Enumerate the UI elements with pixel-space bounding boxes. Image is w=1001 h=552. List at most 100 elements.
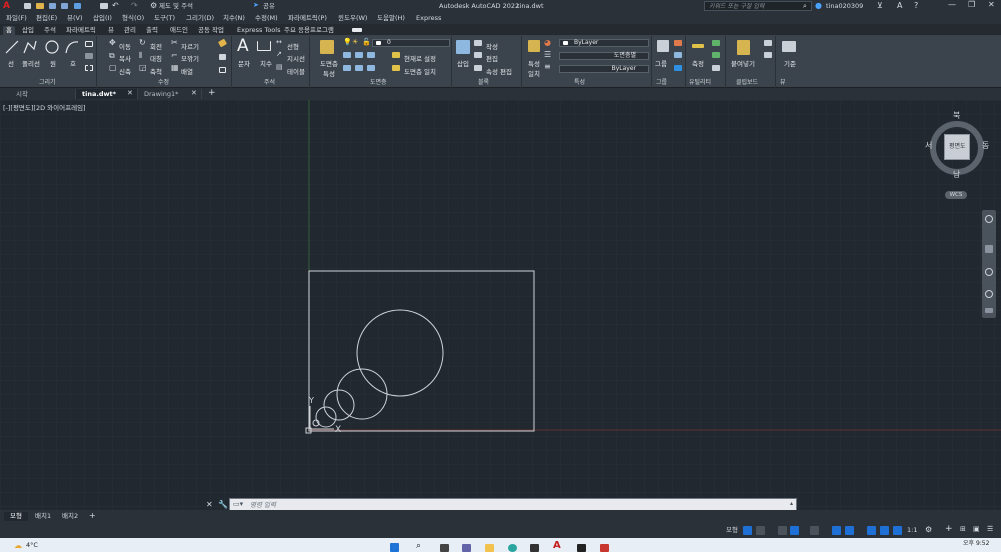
workspace-selector[interactable]: 제도 및 주석: [159, 3, 193, 10]
tab-layout2[interactable]: 배치2: [62, 513, 78, 520]
paste-button[interactable]: 붙여넣기: [731, 58, 755, 68]
menu-draw[interactable]: 그리기(D): [186, 15, 214, 22]
circle-icon[interactable]: [44, 39, 60, 55]
text-button[interactable]: 문자: [238, 58, 250, 68]
user-name[interactable]: tina020309: [826, 3, 863, 10]
layer-tool-icon[interactable]: [367, 65, 375, 71]
rectangle-icon[interactable]: [85, 41, 93, 47]
user-icon[interactable]: ●: [815, 2, 822, 10]
command-input[interactable]: 명령 입력: [250, 502, 276, 509]
match-properties-icon[interactable]: [528, 40, 540, 52]
layer-bulb-icon[interactable]: 💡: [343, 39, 352, 46]
autodesk-a-icon[interactable]: A: [897, 2, 902, 10]
scale-icon[interactable]: ◲: [139, 64, 147, 72]
minimize-icon[interactable]: —: [948, 1, 956, 9]
doctab-start[interactable]: 시작: [10, 89, 76, 99]
menu-view[interactable]: 뷰(V): [67, 15, 83, 22]
snap-toggle-icon[interactable]: [756, 526, 765, 535]
dimension-icon[interactable]: [257, 41, 271, 51]
clean-screen-icon[interactable]: ▣: [973, 526, 980, 533]
move-icon[interactable]: ✥: [109, 39, 116, 47]
clipboard-panel-label[interactable]: 클립보드: [736, 77, 758, 86]
leader-icon[interactable]: ↗: [276, 51, 282, 58]
linear-icon[interactable]: ↔: [276, 39, 282, 46]
annotation-monitor-icon[interactable]: +: [945, 525, 953, 534]
paste-icon[interactable]: [737, 40, 750, 55]
tab-home[interactable]: 홈: [3, 26, 15, 35]
make-current-icon[interactable]: [392, 52, 400, 58]
teams-icon[interactable]: [462, 544, 471, 552]
measure-icon[interactable]: [692, 44, 704, 48]
match-properties-button[interactable]: 특성 일치: [526, 58, 542, 78]
create-block-icon[interactable]: [474, 40, 482, 46]
layer-lock-icon[interactable]: 🔓: [362, 39, 371, 46]
store-icon[interactable]: [530, 544, 539, 552]
command-history-icon[interactable]: ▴: [790, 501, 793, 507]
wcs-menu[interactable]: WCS: [945, 191, 967, 199]
line-button[interactable]: 선: [8, 58, 14, 68]
close-icon[interactable]: ✕: [988, 1, 995, 9]
cart-icon[interactable]: ⊻: [877, 2, 883, 10]
menu-insert[interactable]: 삽입(I): [93, 15, 112, 22]
save-as-icon[interactable]: [61, 3, 68, 9]
autocad-logo-icon[interactable]: A: [3, 2, 10, 11]
copy-icon[interactable]: ⧉: [109, 52, 115, 60]
task-view-icon[interactable]: [440, 544, 449, 552]
menu-express[interactable]: Express: [416, 15, 441, 22]
make-current-button[interactable]: 현재로 설정: [404, 53, 436, 63]
stretch-icon[interactable]: ▢: [109, 64, 117, 72]
trim-button[interactable]: 자르기: [181, 41, 199, 51]
customization-menu-icon[interactable]: ☰: [987, 526, 993, 533]
rotate-button[interactable]: 회전: [150, 41, 162, 51]
grid-toggle-icon[interactable]: [743, 526, 752, 535]
menu-parametric[interactable]: 파라메트릭(P): [288, 15, 327, 22]
menu-help[interactable]: 도움말(H): [377, 15, 405, 22]
base-view-icon[interactable]: [782, 41, 796, 52]
drawing-canvas[interactable]: Y X [-][평면도][2D 와이어프레임] 평면도 북 남 동 서 WCS …: [0, 100, 1001, 511]
layers-panel-label[interactable]: 도면층: [370, 77, 387, 86]
table-icon[interactable]: ▤: [276, 64, 283, 71]
pan-icon[interactable]: [985, 245, 993, 253]
tab-collaborate[interactable]: 공동 작업: [195, 26, 227, 35]
copy-button[interactable]: 복사: [119, 53, 131, 63]
open-file-icon[interactable]: [36, 3, 44, 9]
close-doctab-icon[interactable]: ✕: [191, 90, 197, 97]
autocad-taskbar-icon[interactable]: A: [553, 541, 561, 551]
viewcube-face[interactable]: 평면도: [944, 134, 970, 160]
leader-button[interactable]: 지시선: [287, 53, 305, 63]
group-button[interactable]: 그룹: [655, 58, 667, 68]
orbit-icon[interactable]: [985, 290, 993, 298]
workspace-gear-icon[interactable]: ⚙: [150, 2, 157, 10]
cut-clip-icon[interactable]: [764, 52, 772, 58]
group-tool-icon[interactable]: [674, 40, 682, 46]
erase-icon[interactable]: [217, 38, 228, 48]
circle-button[interactable]: 원: [50, 58, 56, 68]
move-button[interactable]: 이동: [119, 41, 131, 51]
linear-button[interactable]: 선형: [287, 41, 299, 51]
search-input[interactable]: 키워드 또는 구절 입력: [709, 4, 764, 10]
region-icon[interactable]: [85, 65, 93, 71]
edit-attributes-button[interactable]: 속성 편집: [486, 66, 512, 76]
measure-button[interactable]: 측정: [692, 58, 704, 68]
utility-tool-icon[interactable]: [712, 65, 720, 71]
layer-match-icon[interactable]: [392, 65, 400, 71]
share-icon[interactable]: ➤: [253, 2, 259, 9]
tab-addins[interactable]: 애드인: [167, 26, 191, 35]
tab-annotate[interactable]: 주석: [41, 26, 59, 35]
close-command-line-icon[interactable]: ✕: [206, 501, 213, 509]
explode-icon[interactable]: [219, 54, 226, 60]
help-icon[interactable]: ?: [914, 2, 918, 10]
tab-output[interactable]: 출력: [143, 26, 161, 35]
menu-file[interactable]: 파일(F): [6, 15, 27, 22]
layer-tool-icon[interactable]: [367, 52, 375, 58]
menu-edit[interactable]: 편집(E): [36, 15, 57, 22]
edit-block-icon[interactable]: [474, 52, 482, 58]
hatch-icon[interactable]: [85, 53, 93, 59]
polyline-icon[interactable]: [22, 39, 38, 55]
weather-icon[interactable]: ☁: [14, 542, 22, 550]
layer-properties-icon[interactable]: [320, 40, 334, 54]
showmotion-icon[interactable]: [985, 308, 993, 313]
utility-tool-icon[interactable]: [712, 52, 720, 58]
insert-block-button[interactable]: 삽입: [457, 58, 469, 68]
new-tab-icon[interactable]: +: [208, 89, 216, 98]
